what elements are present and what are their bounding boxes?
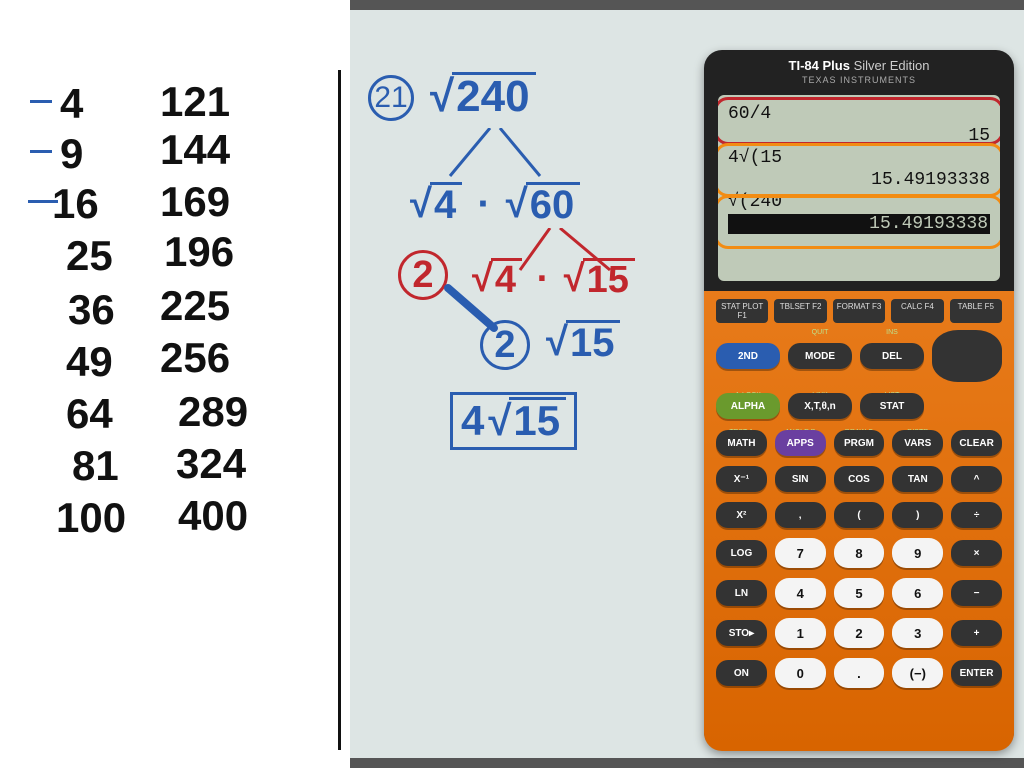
key-num[interactable]: 7 xyxy=(775,538,826,568)
fkey-row: STAT PLOT F1 TBLSET F2 FORMAT F3 CALC F4… xyxy=(716,299,1002,323)
square-value: 324 xyxy=(176,440,246,488)
sqrt4-sqrt60: √4 · √60 xyxy=(410,182,580,227)
key-on[interactable]: ON xyxy=(716,660,767,686)
square-value: 121 xyxy=(160,78,230,126)
square-value: 144 xyxy=(160,126,230,174)
key-clear[interactable]: CLEAR xyxy=(951,430,1002,456)
key[interactable]: X⁻¹ xyxy=(716,466,767,492)
key-num[interactable]: 2 xyxy=(834,618,885,648)
key-math[interactable]: MATH xyxy=(716,430,767,456)
key-2nd[interactable]: 2ND xyxy=(716,343,780,369)
final-answer-box: 4 √15 xyxy=(450,392,577,450)
key-num[interactable]: (−) xyxy=(892,658,943,688)
key[interactable]: , xyxy=(775,502,826,528)
key-num[interactable]: . xyxy=(834,658,885,688)
sqrt-240: √240 xyxy=(430,72,536,122)
square-value: 400 xyxy=(178,492,248,540)
square-value: 100 xyxy=(56,494,126,542)
square-value: 256 xyxy=(160,334,230,382)
key[interactable]: ) xyxy=(892,502,943,528)
calc-subtitle: TEXAS INSTRUMENTS xyxy=(704,75,1014,85)
key-num[interactable]: 4 xyxy=(775,578,826,608)
fkey[interactable]: TABLE F5 xyxy=(950,299,1002,323)
dpad[interactable] xyxy=(932,330,1002,382)
factor-2-circle-b: 2 xyxy=(480,320,530,370)
key-enter[interactable]: ENTER xyxy=(951,660,1002,686)
ti84-calculator: TI-84 Plus Silver Edition TEXAS INSTRUME… xyxy=(704,50,1014,750)
key-vars[interactable]: VARS xyxy=(892,430,943,456)
key[interactable]: LOG xyxy=(716,540,767,566)
tick-mark xyxy=(30,150,52,153)
key-num[interactable]: 6 xyxy=(892,578,943,608)
sqrt15: √15 xyxy=(546,320,620,365)
stage: { "perfect_squares": { "col1": ["4","9",… xyxy=(0,0,1024,768)
square-value: 289 xyxy=(178,388,248,436)
key[interactable]: SIN xyxy=(775,466,826,492)
key[interactable]: ÷ xyxy=(951,502,1002,528)
annotation-red-circle xyxy=(718,97,1000,145)
factor-2-circle: 2 xyxy=(398,250,448,300)
tick-mark xyxy=(30,100,52,103)
key-prgm[interactable]: PRGM xyxy=(834,430,885,456)
key-num[interactable]: 1 xyxy=(775,618,826,648)
key[interactable]: X² xyxy=(716,502,767,528)
fkey[interactable]: FORMAT F3 xyxy=(833,299,885,323)
key-label: QUIT xyxy=(788,329,852,336)
square-value: 169 xyxy=(160,178,230,226)
key-stat[interactable]: STAT xyxy=(860,393,924,419)
key-num[interactable]: 3 xyxy=(892,618,943,648)
calc-screen: 60/4 15 4√(15 15.49193338 √(240 15.49193… xyxy=(718,95,1000,281)
square-value: 81 xyxy=(72,442,119,490)
square-value: 9 xyxy=(60,130,83,178)
square-value: 49 xyxy=(66,338,113,386)
key[interactable]: − xyxy=(951,580,1002,606)
key[interactable]: + xyxy=(951,620,1002,646)
key-mode[interactable]: MODE xyxy=(788,343,852,369)
key-xt[interactable]: X,T,θ,n xyxy=(788,393,852,419)
vertical-divider xyxy=(338,70,341,750)
key-apps[interactable]: APPS xyxy=(775,430,826,456)
key-del[interactable]: DEL xyxy=(860,343,924,369)
key-label: INS xyxy=(860,329,924,336)
square-value: 196 xyxy=(164,228,234,276)
fkey[interactable]: CALC F4 xyxy=(891,299,943,323)
annotation-orange-circle xyxy=(718,143,1000,197)
fkey[interactable]: STAT PLOT F1 xyxy=(716,299,768,323)
square-value: 25 xyxy=(66,232,113,280)
key-num[interactable]: 9 xyxy=(892,538,943,568)
key[interactable]: ( xyxy=(834,502,885,528)
key-alpha[interactable]: ALPHA xyxy=(716,393,780,419)
branch-lines-icon xyxy=(430,128,580,188)
square-value: 64 xyxy=(66,390,113,438)
annotation-orange-circle xyxy=(718,195,1000,249)
key[interactable]: × xyxy=(951,540,1002,566)
square-value: 225 xyxy=(160,282,230,330)
key-num[interactable]: 8 xyxy=(834,538,885,568)
problem-number-circle: 21 xyxy=(368,75,414,121)
calc-title: TI-84 Plus Silver Edition xyxy=(704,50,1014,75)
key-num[interactable]: 0 xyxy=(775,658,826,688)
key[interactable]: LN xyxy=(716,580,767,606)
square-value: 16 xyxy=(52,180,99,228)
key[interactable]: STO▸ xyxy=(716,620,767,646)
square-value: 36 xyxy=(68,286,115,334)
square-value: 4 xyxy=(60,80,83,128)
key[interactable]: COS xyxy=(834,466,885,492)
key-num[interactable]: 5 xyxy=(834,578,885,608)
problem-number: 21 xyxy=(374,81,407,115)
fkey[interactable]: TBLSET F2 xyxy=(774,299,826,323)
key[interactable]: TAN xyxy=(892,466,943,492)
calc-keypad: STAT PLOT F1 TBLSET F2 FORMAT F3 CALC F4… xyxy=(704,291,1014,751)
key[interactable]: ^ xyxy=(951,466,1002,492)
